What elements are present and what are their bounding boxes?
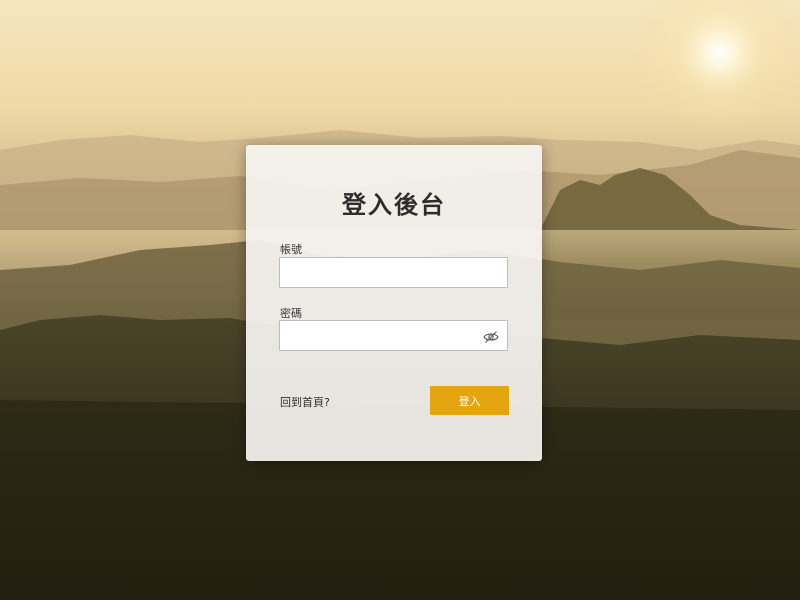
- login-title: 登入後台: [342, 191, 446, 219]
- login-card: 登入後台 帳號 密碼 回到首頁? 登入: [246, 145, 542, 461]
- account-label: 帳號: [280, 243, 302, 256]
- password-label: 密碼: [280, 307, 302, 320]
- password-field-wrapper: [279, 320, 508, 351]
- password-input[interactable]: [280, 321, 507, 350]
- eye-slash-icon-graphic: [483, 331, 499, 343]
- back-to-home-link[interactable]: 回到首頁?: [280, 394, 330, 410]
- login-button[interactable]: 登入: [430, 386, 509, 415]
- account-input[interactable]: [280, 258, 507, 287]
- eye-slash-icon[interactable]: [483, 329, 499, 343]
- account-field-wrapper: [279, 257, 508, 288]
